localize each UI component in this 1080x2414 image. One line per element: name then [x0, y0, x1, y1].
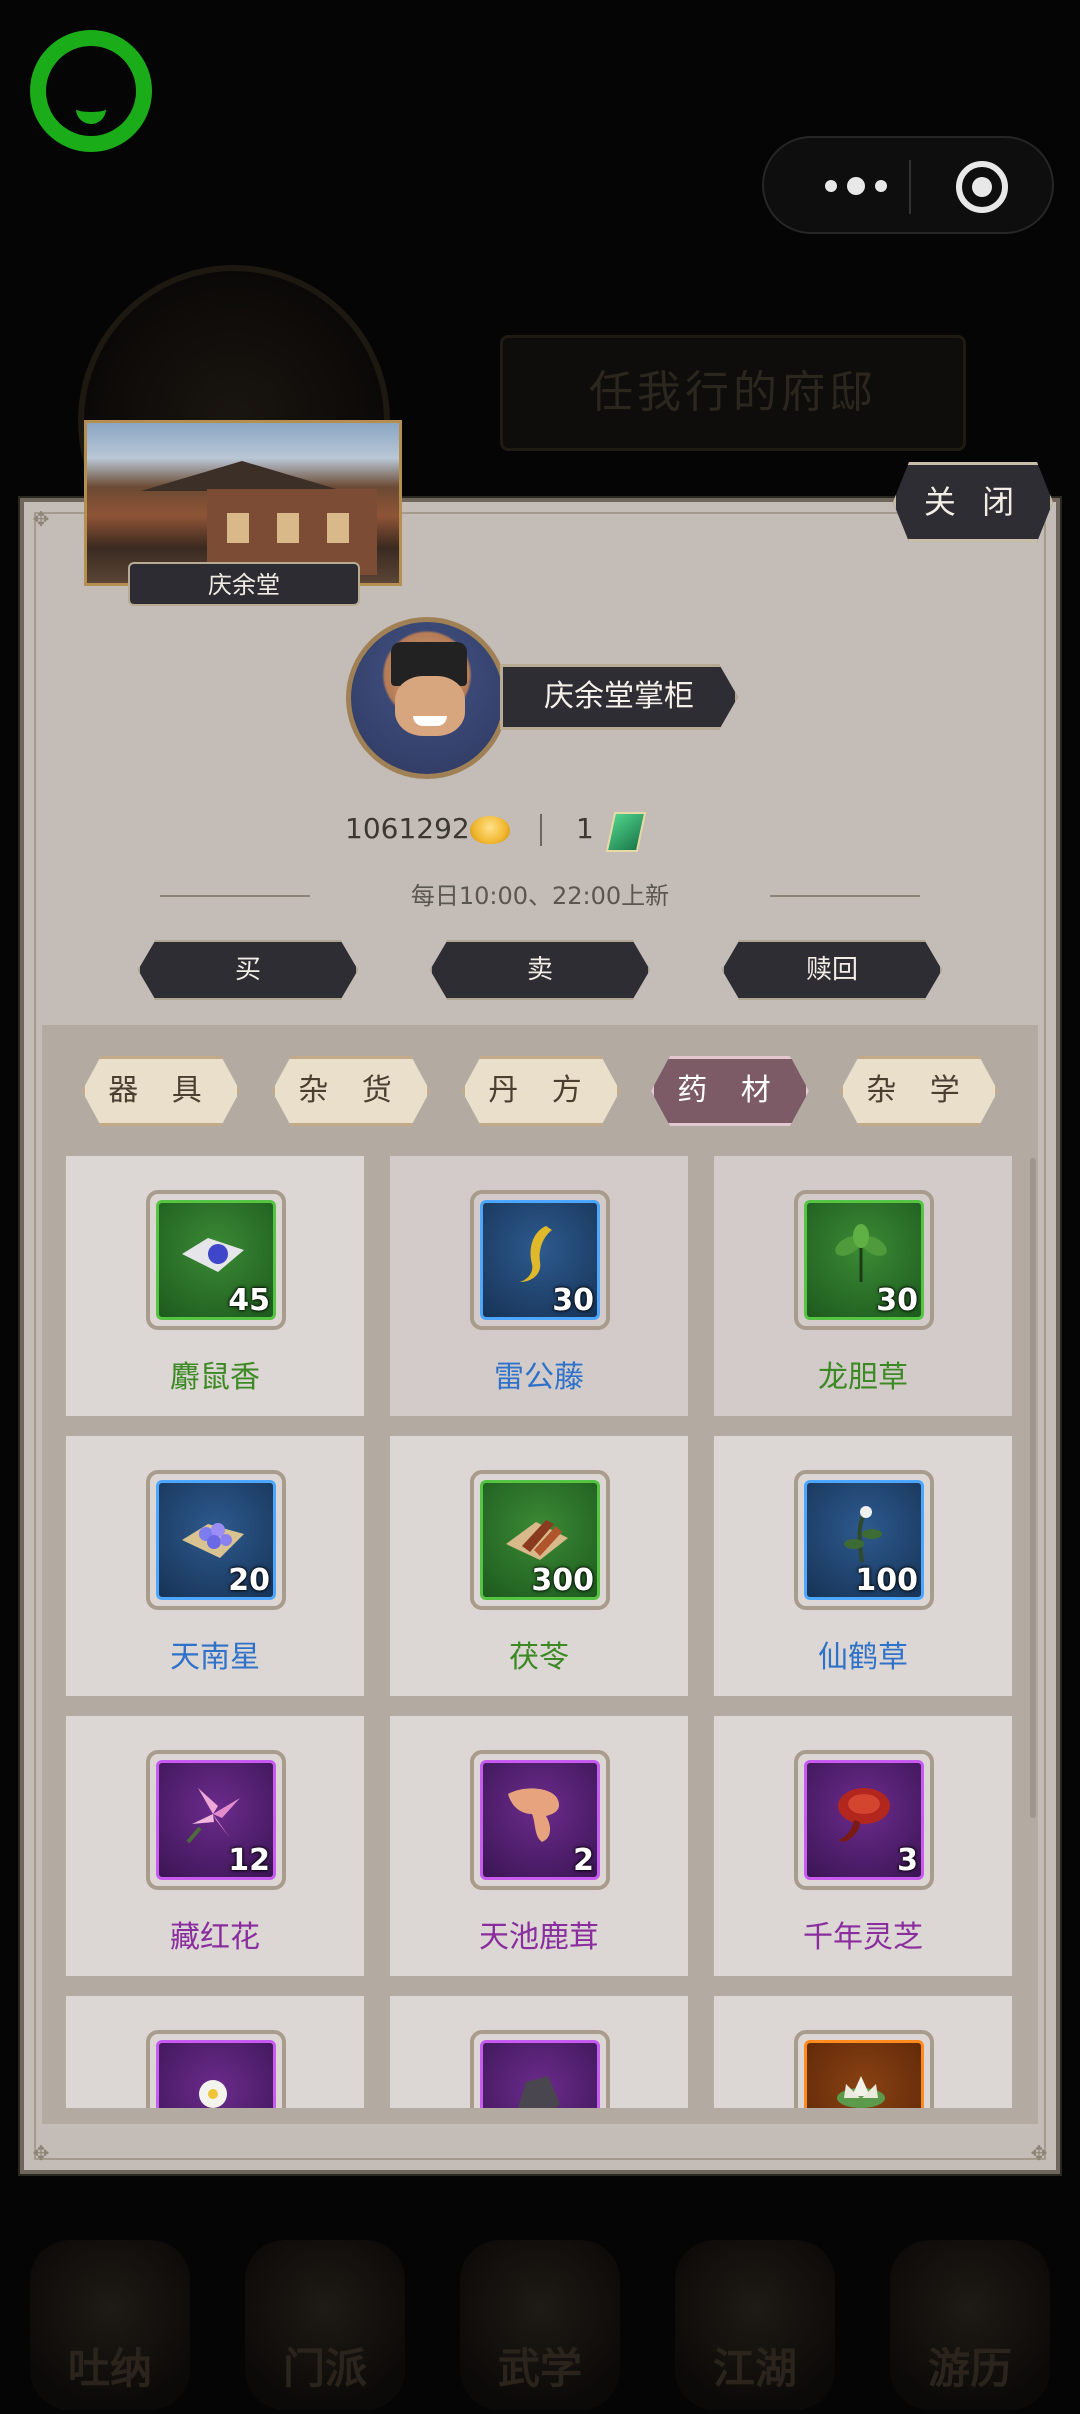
item-card[interactable]: 30 龙胆草 — [714, 1156, 1012, 1416]
item-card[interactable]: 100 仙鹤草 — [714, 1436, 1012, 1696]
item-quantity: 100 — [855, 1563, 918, 1598]
capsule-divider — [909, 160, 911, 214]
tab-recipes[interactable]: 丹 方 — [462, 1056, 620, 1126]
item-quantity: 30 — [876, 1283, 918, 1318]
item-slot: 100 — [794, 1470, 934, 1610]
jade-amount: 1 — [576, 812, 594, 845]
item-card[interactable]: 45 麝鼠香 — [66, 1156, 364, 1416]
close-button[interactable]: 关 闭 — [893, 462, 1053, 542]
wechat-chat-icon[interactable] — [30, 30, 152, 152]
item-name: 仙鹤草 — [818, 1640, 908, 1675]
grass-stem-icon — [844, 1506, 882, 1563]
item-slot: 12 — [146, 1750, 286, 1890]
item-name: 天南星 — [170, 1640, 260, 1675]
item-grid-scrollbar[interactable] — [1030, 1158, 1036, 1818]
shopkeeper-avatar — [346, 617, 508, 779]
item-slot: 30 — [470, 1190, 610, 1330]
nav-item-sect[interactable]: 门派 — [245, 2240, 405, 2410]
item-slot: 30 — [794, 1190, 934, 1330]
item-slot: 3 — [794, 1750, 934, 1890]
currency-divider — [540, 814, 542, 846]
item-card[interactable] — [714, 1996, 1012, 2108]
miniprogram-capsule — [762, 136, 1054, 234]
close-miniprogram-icon[interactable] — [956, 161, 1008, 213]
refresh-notice: 每日10:00、22:00上新 — [150, 878, 930, 914]
nav-item-martial[interactable]: 武学 — [460, 2240, 620, 2410]
white-flower-icon — [199, 2080, 227, 2108]
nav-label: 江湖 — [712, 2344, 797, 2393]
item-name: 天池鹿茸 — [479, 1920, 599, 1955]
nav-label: 吐纳 — [67, 2344, 152, 2393]
tab-goods[interactable]: 杂 货 — [272, 1056, 430, 1126]
fungus-slice-icon — [506, 1520, 568, 1560]
item-grid: 45 麝鼠香 30 雷公藤 30 龙胆草 20 天南星 300 茯苓 100 仙… — [66, 1156, 1014, 2108]
item-quantity: 20 — [228, 1563, 270, 1598]
antler-icon — [508, 1788, 560, 1842]
item-card[interactable]: 300 茯苓 — [390, 1436, 688, 1696]
item-quantity: 300 — [531, 1563, 594, 1598]
musk-icon — [182, 1238, 244, 1272]
item-quantity: 3 — [897, 1843, 918, 1878]
lingzhi-icon — [838, 1788, 890, 1842]
shopkeeper-name: 庆余堂掌柜 — [500, 664, 738, 730]
flower-cluster-icon — [182, 1523, 244, 1558]
gold-amount: 1061292 — [345, 812, 470, 845]
item-slot: 300 — [470, 1470, 610, 1610]
corner-ornament-icon: ✥ — [1030, 2141, 1048, 2165]
item-quantity: 45 — [228, 1283, 270, 1318]
divider-ornament-left — [160, 895, 310, 897]
item-slot: 20 — [146, 1470, 286, 1610]
background-title: 任我行的府邸 — [500, 335, 966, 451]
currency-bar: 1061292 1 — [300, 808, 660, 852]
item-name: 雷公藤 — [494, 1360, 584, 1395]
buy-button[interactable]: 买 — [138, 940, 358, 1000]
item-card[interactable]: 3 千年灵芝 — [714, 1716, 1012, 1976]
item-name: 藏红花 — [170, 1920, 260, 1955]
item-card[interactable] — [390, 1996, 688, 2108]
item-slot: 2 — [470, 1750, 610, 1890]
jade-token-icon — [605, 812, 647, 852]
stone-icon — [517, 2076, 560, 2108]
item-card[interactable]: 2 天池鹿茸 — [390, 1716, 688, 1976]
root-icon — [520, 1226, 552, 1282]
refresh-text: 每日10:00、22:00上新 — [410, 882, 670, 910]
redeem-button[interactable]: 赎回 — [722, 940, 942, 1000]
nav-label: 门派 — [282, 2344, 367, 2393]
bottom-nav: 吐纳 门派 武学 江湖 游历 — [0, 2210, 1080, 2414]
tab-misc-learning[interactable]: 杂 学 — [840, 1056, 998, 1126]
lotus-icon — [837, 2076, 885, 2108]
nav-item-jianghu[interactable]: 江湖 — [675, 2240, 835, 2410]
tab-herbs[interactable]: 药 材 — [651, 1056, 809, 1126]
divider-ornament-right — [770, 895, 920, 897]
tab-tools[interactable]: 器 具 — [82, 1056, 240, 1126]
item-card[interactable]: 12 藏红花 — [66, 1716, 364, 1976]
nav-item-travel[interactable]: 游历 — [890, 2240, 1050, 2410]
item-slot — [794, 2030, 934, 2108]
item-name: 麝鼠香 — [170, 1360, 260, 1395]
item-name: 龙胆草 — [818, 1360, 908, 1395]
item-quantity: 30 — [552, 1283, 594, 1318]
gold-ingot-icon — [470, 816, 510, 844]
item-slot — [470, 2030, 610, 2108]
item-card[interactable] — [66, 1996, 364, 2108]
item-card[interactable]: 30 雷公藤 — [390, 1156, 688, 1416]
item-name: 千年灵芝 — [803, 1920, 923, 1955]
nav-label: 武学 — [497, 2344, 582, 2393]
herb-leaf-icon — [835, 1224, 887, 1282]
item-card[interactable]: 20 天南星 — [66, 1436, 364, 1696]
saffron-icon — [186, 1788, 240, 1844]
more-icon[interactable] — [806, 166, 906, 206]
item-slot — [146, 2030, 286, 2108]
item-quantity: 2 — [573, 1843, 594, 1878]
item-name: 茯苓 — [509, 1640, 569, 1675]
shop-name: 庆余堂 — [128, 562, 360, 606]
corner-ornament-icon: ✥ — [32, 2141, 50, 2165]
nav-item-tuna[interactable]: 吐纳 — [30, 2240, 190, 2410]
item-slot: 45 — [146, 1190, 286, 1330]
corner-ornament-icon: ✥ — [32, 507, 50, 531]
sell-button[interactable]: 卖 — [430, 940, 650, 1000]
item-quantity: 12 — [228, 1843, 270, 1878]
nav-label: 游历 — [927, 2344, 1012, 2393]
